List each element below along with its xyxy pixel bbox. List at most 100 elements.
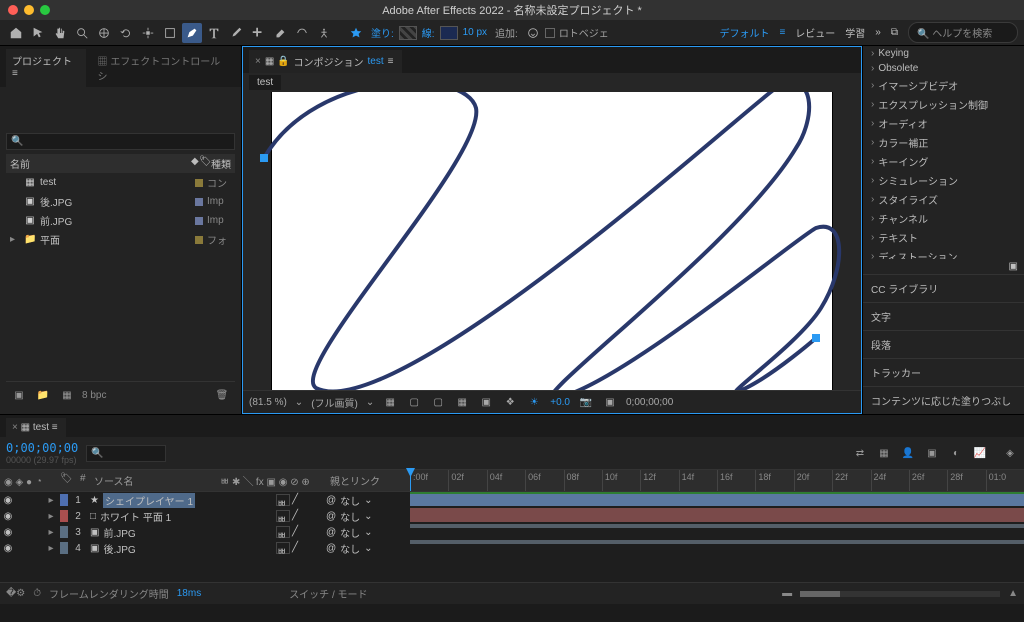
visibility-toggle-icon[interactable]: ◉ — [0, 511, 16, 522]
workspace-learn[interactable]: 学習 — [845, 25, 865, 40]
collapsed-panel[interactable]: CC ライブラリ — [863, 274, 1024, 302]
layer-label-color[interactable] — [60, 494, 68, 506]
graph-editor-icon[interactable]: 📈 — [972, 445, 988, 461]
layer-name[interactable]: ▣前.JPG — [86, 525, 276, 540]
layer-label-color[interactable] — [60, 542, 68, 554]
snapshot-icon[interactable]: 📷 — [578, 394, 594, 410]
label-color-swatch[interactable] — [195, 179, 203, 187]
effects-category[interactable]: キーイング — [863, 152, 1024, 171]
interpret-footage-icon[interactable]: ▣ — [10, 386, 28, 404]
collapsed-panel[interactable]: 段落 — [863, 330, 1024, 358]
effects-category[interactable]: ディストーション — [863, 247, 1024, 259]
project-columns-header[interactable]: 名前 ◆ 🏷 種類 — [6, 154, 235, 173]
switch-slash[interactable]: ╱ — [292, 526, 298, 538]
switch-slash[interactable]: ╱ — [292, 510, 298, 522]
timeline-layer-row[interactable]: ◉▸2□ホワイト 平面 1ㅃ╱@なし⌄ — [0, 508, 410, 524]
effects-category[interactable]: オーディオ — [863, 114, 1024, 133]
add-dropdown-icon[interactable] — [523, 23, 543, 43]
fill-label[interactable]: 塗り: — [371, 25, 394, 40]
stroke-width[interactable]: 10 px — [463, 27, 487, 38]
toggle-channel-icon[interactable]: ▣ — [478, 394, 494, 410]
roto-tool-icon[interactable] — [292, 23, 312, 43]
col-name[interactable]: 名前 — [10, 156, 191, 171]
toggle-transparency-icon[interactable]: ▦ — [382, 394, 398, 410]
effects-category[interactable]: Keying — [863, 46, 1024, 61]
color-mgmt-icon[interactable]: ❖ — [502, 394, 518, 410]
parent-dropdown[interactable]: なし — [340, 493, 360, 508]
comp-breadcrumb[interactable]: test — [249, 75, 281, 90]
effects-category[interactable]: シミュレーション — [863, 171, 1024, 190]
timeline-layer-row[interactable]: ◉▸1★シェイプレイヤー 1ㅃ╱@なし⌄ — [0, 492, 410, 508]
layer-name[interactable]: ▣後.JPG — [86, 541, 276, 556]
col-source-name[interactable]: ソース名 — [90, 470, 216, 491]
label-color-swatch[interactable] — [195, 217, 203, 225]
fill-star-icon[interactable] — [346, 23, 366, 43]
pen-tool-icon[interactable] — [182, 23, 202, 43]
parent-dropdown[interactable]: なし — [340, 509, 360, 524]
visibility-toggle-icon[interactable]: ◉ — [0, 543, 16, 554]
pickwhip-icon[interactable]: @ — [326, 511, 336, 522]
type-tool-icon[interactable] — [204, 23, 224, 43]
stroke-swatch[interactable] — [440, 26, 458, 40]
layer-bar-2[interactable] — [410, 508, 1024, 522]
tab-effect-controls[interactable]: ▦ エフェクトコントロール シ — [92, 49, 235, 87]
current-time-indicator[interactable] — [410, 470, 411, 491]
orbit-tool-icon[interactable] — [94, 23, 114, 43]
switch-mode-toggle[interactable]: スイッチ / モード — [289, 586, 367, 601]
preview-time[interactable]: 0;00;00;00 — [626, 397, 673, 408]
clone-tool-icon[interactable] — [248, 23, 268, 43]
layer-bar-4[interactable] — [410, 540, 1024, 544]
new-comp-icon[interactable]: ▦ — [58, 386, 76, 404]
visibility-toggle-icon[interactable]: ◉ — [0, 495, 16, 506]
project-item[interactable]: ▸📁平面フォ — [6, 230, 235, 249]
collapsed-panel[interactable]: 文字 — [863, 302, 1024, 330]
effects-category[interactable]: エクスプレッション制御 — [863, 95, 1024, 114]
show-snapshot-icon[interactable]: ▣ — [602, 394, 618, 410]
toggle-switches-icon[interactable]: �⚙ — [6, 588, 25, 599]
resolution-dropdown[interactable]: (フル画質) — [311, 395, 358, 410]
switch-box[interactable]: ㅃ — [276, 542, 290, 554]
pickwhip-icon[interactable]: @ — [326, 495, 336, 506]
effects-category[interactable]: チャンネル — [863, 209, 1024, 228]
timeline-tracks[interactable] — [410, 492, 1024, 556]
comp-mini-flowchart-icon[interactable]: ⇄ — [852, 445, 868, 461]
workspace-menu-icon[interactable]: ≡ — [779, 27, 785, 38]
rotobezier-checkbox[interactable]: ロトベジェ — [545, 25, 609, 40]
parent-dropdown[interactable]: なし — [340, 525, 360, 540]
timeline-search-input[interactable]: 🔍 — [86, 445, 166, 462]
rotate-tool-icon[interactable] — [116, 23, 136, 43]
switch-box[interactable]: ㅃ — [276, 510, 290, 522]
effects-category[interactable]: テキスト — [863, 228, 1024, 247]
draft3d-icon[interactable]: ▦ — [876, 445, 892, 461]
layer-label-color[interactable] — [60, 526, 68, 538]
eraser-tool-icon[interactable] — [270, 23, 290, 43]
col-type[interactable]: 種類 — [211, 156, 231, 171]
workspace-review[interactable]: レビュー — [795, 25, 835, 40]
toggle-mask-icon[interactable]: ▢ — [406, 394, 422, 410]
pickwhip-icon[interactable]: @ — [326, 543, 336, 554]
toggle-guides-icon[interactable]: ▢ — [430, 394, 446, 410]
anchor-tool-icon[interactable] — [138, 23, 158, 43]
switch-slash[interactable]: ╱ — [292, 494, 298, 506]
label-color-swatch[interactable] — [195, 198, 203, 206]
shape-tool-icon[interactable] — [160, 23, 180, 43]
layer-bar-1[interactable] — [410, 492, 1024, 506]
exposure-value[interactable]: +0.0 — [550, 397, 570, 408]
project-search-input[interactable]: 🔍 — [6, 133, 235, 150]
switch-slash[interactable]: ╱ — [292, 542, 298, 554]
composition-viewport[interactable] — [243, 92, 861, 390]
toggle-grid-icon[interactable]: ▦ — [454, 394, 470, 410]
selection-tool-icon[interactable] — [28, 23, 48, 43]
panel-menu-icon[interactable]: ⧉ — [891, 27, 898, 38]
project-item[interactable]: ▣前.JPGImp — [6, 211, 235, 230]
project-bpc[interactable]: 8 bpc — [82, 390, 106, 401]
zoom-tool-icon[interactable] — [72, 23, 92, 43]
visibility-toggle-icon[interactable]: ◉ — [0, 527, 16, 538]
layer-name[interactable]: □ホワイト 平面 1 — [86, 509, 276, 524]
timeline-layer-row[interactable]: ◉▸4▣後.JPGㅃ╱@なし⌄ — [0, 540, 410, 556]
col-parent[interactable]: 親とリンク — [326, 470, 410, 491]
timeline-zoom-slider[interactable] — [800, 591, 1000, 597]
twirl-icon[interactable]: ▸ — [44, 511, 58, 522]
layer-label-color[interactable] — [60, 510, 68, 522]
switch-box[interactable]: ㅃ — [276, 526, 290, 538]
